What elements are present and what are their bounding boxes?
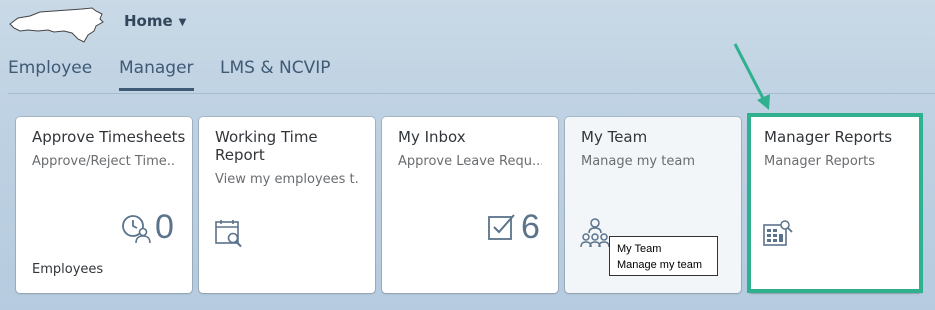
shell-bar: Home ▼ — [0, 0, 935, 46]
caret-down-icon: ▼ — [178, 16, 187, 28]
pointer-arrow-icon — [733, 43, 770, 110]
tile-footer: Employees — [32, 262, 104, 277]
home-label: Home — [124, 12, 173, 30]
tooltip-title: My Team — [617, 243, 662, 255]
tile-title: Manager Reports — [764, 128, 893, 146]
tile-approve-timesheets[interactable]: Approve Timesheets Approve/Reject Time..… — [16, 117, 192, 293]
tile-count: 6 — [521, 208, 540, 246]
tab-employee[interactable]: Employee — [8, 58, 92, 88]
tooltip: My Team Manage my team — [609, 236, 718, 276]
tab-bar: Employee Manager LMS & NCVIP — [0, 46, 935, 94]
tile-working-time-report[interactable]: Working Time Report View my employees t.… — [199, 117, 375, 293]
tile-title: Working Time Report — [215, 128, 318, 164]
person-clock-icon — [122, 215, 151, 244]
tile-title: My Team — [581, 128, 648, 146]
tile-subtitle: Approve/Reject Time... — [32, 154, 176, 169]
checkbox-icon — [488, 214, 515, 240]
north-carolina-logo[interactable] — [8, 4, 104, 44]
tabs-divider — [8, 93, 935, 94]
calendar-search-icon — [215, 220, 242, 248]
tile-my-inbox[interactable]: My Inbox Approve Leave Requ... 6 — [382, 117, 558, 293]
tab-manager[interactable]: Manager — [119, 58, 194, 91]
home-menu-button[interactable]: Home ▼ — [124, 12, 186, 30]
tile-title: My Inbox — [398, 128, 466, 146]
tile-manager-reports[interactable]: Manager Reports Manager Reports — [748, 117, 922, 293]
report-search-icon — [763, 220, 793, 246]
tile-subtitle: View my employees t... — [215, 172, 359, 187]
tab-lms-ncvip[interactable]: LMS & NCVIP — [220, 58, 330, 88]
tile-count: 0 — [155, 208, 174, 246]
tile-subtitle: Manage my team — [581, 154, 695, 169]
tile-subtitle: Approve Leave Requ... — [398, 154, 542, 169]
tooltip-description: Manage my team — [617, 259, 702, 271]
team-icon — [580, 218, 610, 248]
tile-title: Approve Timesheets — [32, 128, 186, 146]
tile-subtitle: Manager Reports — [764, 154, 875, 169]
